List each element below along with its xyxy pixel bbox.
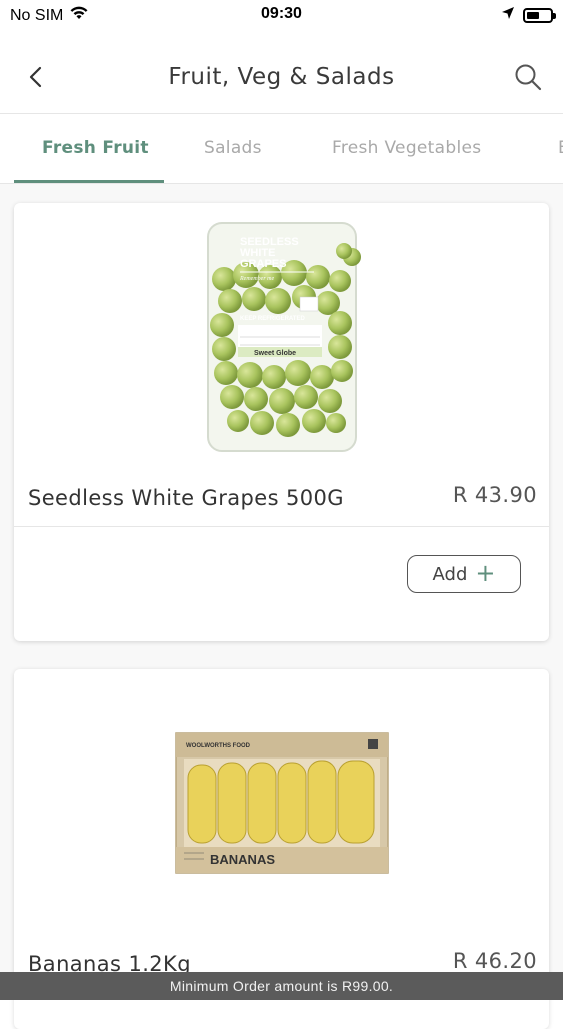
status-time: 09:30 [261,5,302,22]
pack-variety: Sweet Globe [254,350,296,357]
pack-tagline: Remember me [239,276,274,282]
pack-storage-text: KEEP REFRIGERATED [240,316,305,322]
add-to-cart-button[interactable]: Add + [407,555,521,593]
search-icon [515,64,542,91]
card-divider [14,526,549,527]
tab-salads[interactable]: Salads [204,138,262,158]
minimum-order-banner: Minimum Order amount is R99.00. [0,972,563,1000]
tab-fresh-vegetables[interactable]: Fresh Vegetables [332,138,481,158]
status-bar: No SIM 09:30 [0,0,563,30]
battery-icon [523,8,556,23]
tab-next-partial[interactable]: B [558,138,563,158]
product-image-bananas: WOOLWORTHS FOOD BANANAS [14,731,549,875]
product-price: R 43.90 [452,483,537,507]
category-tabs: Fresh Fruit Salads Fresh Vegetables B [0,114,563,184]
tab-fresh-fruit[interactable]: Fresh Fruit [42,138,149,158]
location-arrow-icon [501,6,515,25]
plus-icon: + [475,559,496,587]
product-card[interactable]: SEEDLESS WHITE GRAPES Remember me KEEP R… [14,203,549,641]
pack-title-line-3: GRAPES [240,258,286,270]
page-title: Fruit, Veg & Salads [168,64,395,90]
add-button-label: Add [432,563,468,585]
box-brand: WOOLWORTHS FOOD [186,743,251,749]
status-right [501,6,556,25]
active-tab-indicator [14,180,164,183]
product-price: R 46.20 [452,949,537,973]
box-label: BANANAS [210,852,275,867]
nav-header: Fruit, Veg & Salads [0,40,563,114]
product-image-grapes: SEEDLESS WHITE GRAPES Remember me KEEP R… [14,217,549,457]
product-name: Seedless White Grapes 500G [28,486,344,510]
search-button[interactable] [511,60,545,94]
